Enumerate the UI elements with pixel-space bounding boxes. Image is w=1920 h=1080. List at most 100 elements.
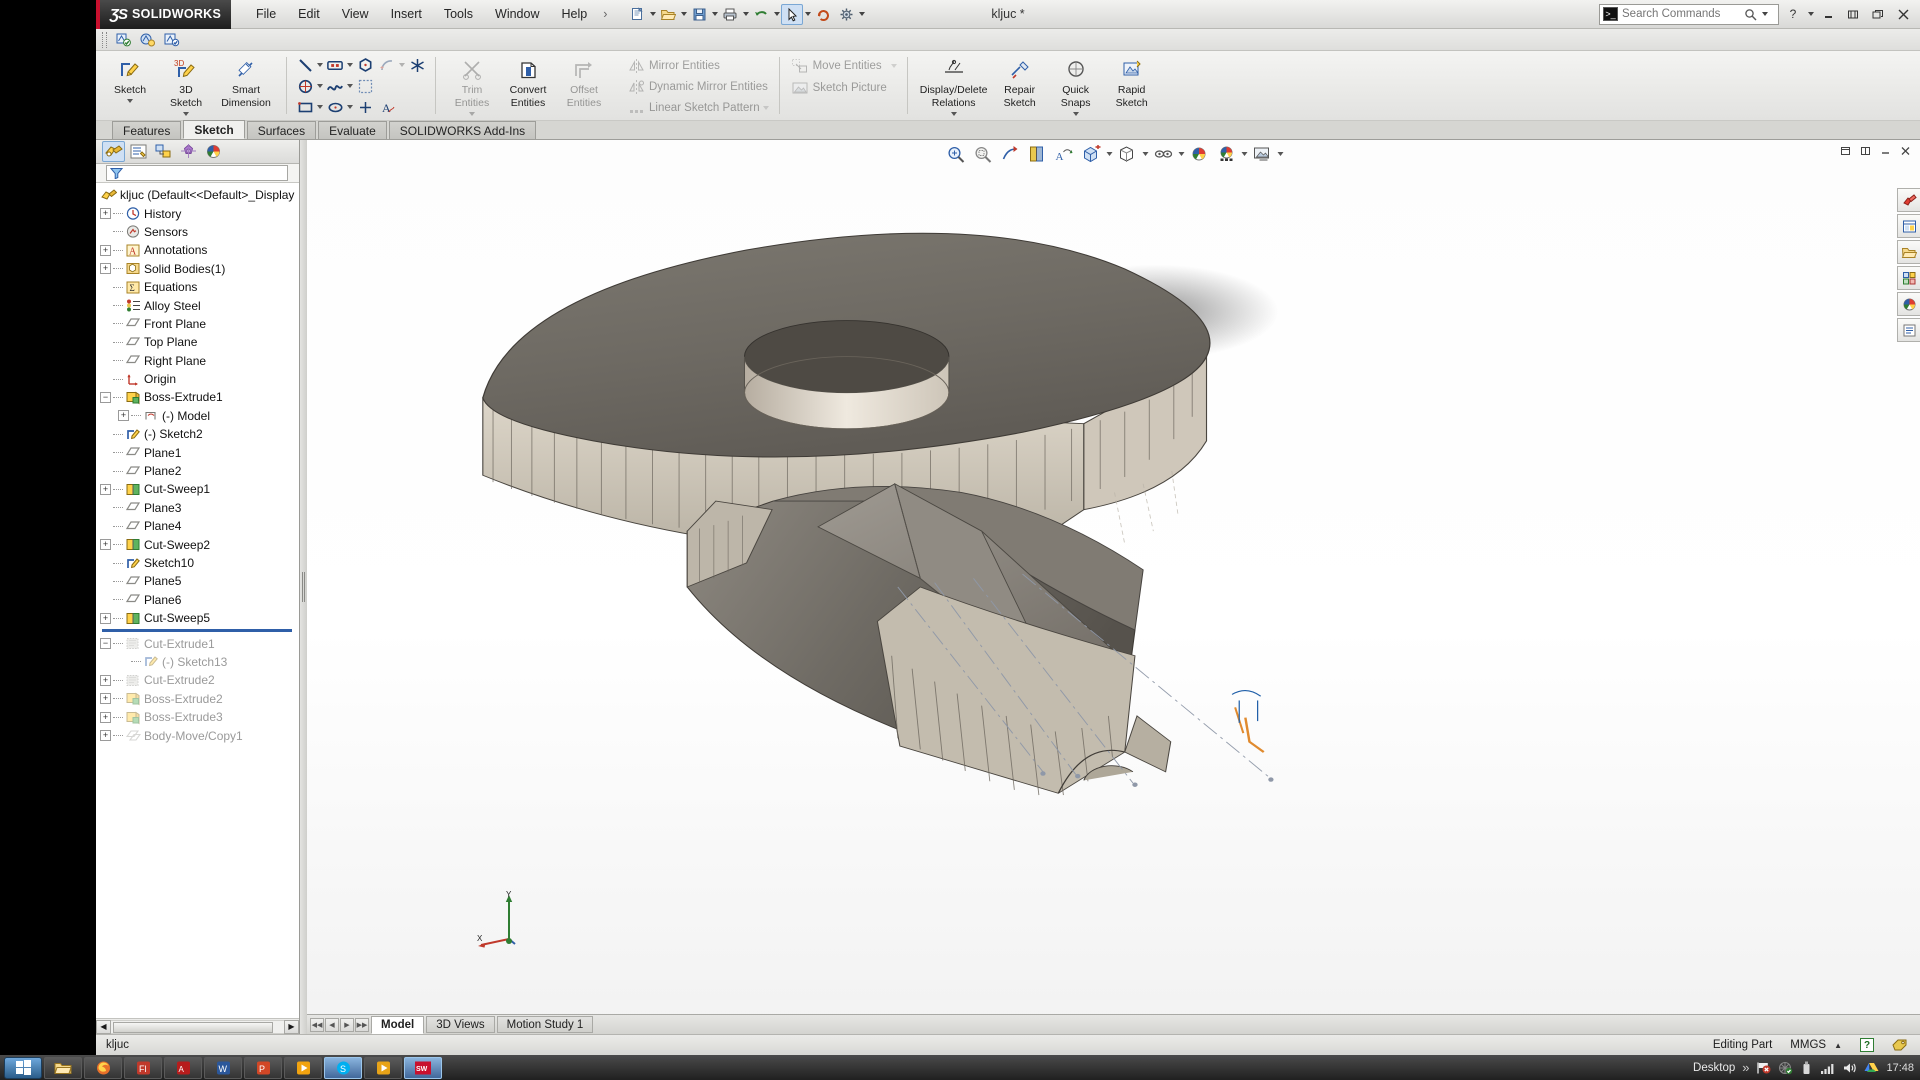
options-icon[interactable] <box>835 4 857 25</box>
tree-expander[interactable]: − <box>100 391 111 403</box>
feature-tree-item[interactable]: + History <box>96 204 299 222</box>
flag-error-icon[interactable] <box>1756 1061 1771 1075</box>
sketch-status-ok-icon[interactable] <box>112 30 134 49</box>
feature-tree-item[interactable]: Sketch10 <box>96 554 299 572</box>
feature-manager-tab[interactable] <box>102 141 125 162</box>
dimxpert-manager-tab[interactable] <box>177 141 200 162</box>
feature-tree-item[interactable]: + Boss-Extrude3 <box>96 708 299 726</box>
rapid-sketch-button[interactable]: Rapid Sketch <box>1104 53 1160 110</box>
file-explorer-icon[interactable] <box>1897 240 1920 264</box>
mirror-entities-row[interactable]: Mirror Entities <box>624 55 722 76</box>
scroll-track[interactable] <box>111 1019 284 1034</box>
rectangle-tool-caret[interactable] <box>347 63 353 67</box>
text-tool-icon[interactable]: A <box>377 97 397 117</box>
show-desktop-label[interactable]: Desktop <box>1693 1062 1735 1074</box>
select-caret[interactable] <box>805 12 812 16</box>
feature-tree-item[interactable]: + Body-Move/Copy1 <box>96 726 299 744</box>
quick-snaps-caret[interactable] <box>1072 112 1079 116</box>
undo-icon[interactable] <box>750 4 772 25</box>
previous-view-icon[interactable] <box>998 143 1022 165</box>
media-icon[interactable] <box>284 1056 322 1079</box>
antivirus-icon[interactable] <box>1778 1061 1793 1075</box>
rollback-bar[interactable] <box>102 629 292 633</box>
help-question-icon[interactable]: ? <box>1860 1038 1874 1052</box>
word-icon[interactable]: W <box>204 1056 242 1079</box>
feature-tree-item[interactable]: Origin <box>96 370 299 388</box>
menu-help[interactable]: Help <box>551 3 599 25</box>
display-delete-relations-caret[interactable] <box>950 112 957 116</box>
explorer-icon[interactable] <box>44 1056 82 1079</box>
solidworks-resources-icon[interactable] <box>1897 188 1920 212</box>
tree-expander[interactable]: + <box>100 483 111 495</box>
open-doc-icon[interactable] <box>657 4 679 25</box>
restore-icon[interactable] <box>1842 4 1864 24</box>
tab-nav-arrows[interactable]: ◀◀ ◀ ▶ ▶▶ <box>310 1017 369 1032</box>
feature-tree-item[interactable]: Top Plane <box>96 333 299 351</box>
close-icon[interactable] <box>1892 4 1914 24</box>
display-style-icon[interactable] <box>1115 143 1139 165</box>
view-palette-icon[interactable] <box>1897 266 1920 290</box>
search-icon[interactable] <box>1744 8 1757 21</box>
powerpoint-icon[interactable]: P <box>244 1056 282 1079</box>
bottom-tab-3d-views[interactable]: 3D Views <box>426 1016 495 1033</box>
open-doc-caret[interactable] <box>681 12 688 16</box>
feature-tree-item[interactable]: + Solid Bodies(1) <box>96 260 299 278</box>
graphics-area[interactable]: A Y X ◀◀ ◀ ▶ ▶▶ Model 3D Views Motion St… <box>307 140 1920 1034</box>
menu-overflow[interactable]: › <box>598 3 612 25</box>
sketch-status-blue-icon[interactable] <box>136 30 158 49</box>
feature-tree-item[interactable]: (-) Sketch13 <box>96 653 299 671</box>
scroll-left-arrow[interactable]: ◀ <box>96 1019 111 1034</box>
print-caret[interactable] <box>743 12 750 16</box>
ellipse-tool-caret[interactable] <box>347 105 353 109</box>
feature-tree-item[interactable]: Alloy Steel <box>96 296 299 314</box>
maximize-icon[interactable] <box>1867 4 1889 24</box>
line-tool-icon[interactable] <box>295 55 315 75</box>
feature-tree-item[interactable]: Σ Equations <box>96 278 299 296</box>
apply-scene-caret[interactable] <box>1241 152 1247 156</box>
rebuild-icon[interactable] <box>812 4 834 25</box>
tab-nav-prev[interactable]: ◀ <box>325 1017 339 1032</box>
move-entities-row[interactable]: Move Entities <box>788 55 899 77</box>
view-orientation-cube-icon[interactable] <box>1079 143 1103 165</box>
property-manager-tab[interactable] <box>127 141 150 162</box>
feature-tree-item[interactable]: − Boss-Extrude1 <box>96 388 299 406</box>
linear-sketch-pattern-row[interactable]: Linear Sketch Pattern <box>624 97 771 118</box>
feature-tree-item[interactable]: Front Plane <box>96 315 299 333</box>
linear-sketch-pattern-caret[interactable] <box>762 105 769 110</box>
panel-splitter[interactable] <box>300 140 307 1034</box>
part-model-render[interactable] <box>307 140 1920 1034</box>
feature-tree-item[interactable]: Right Plane <box>96 352 299 370</box>
sketch-fillet-tool-icon[interactable] <box>355 76 375 96</box>
edit-appearance-icon[interactable] <box>1187 143 1211 165</box>
volume-icon[interactable] <box>1842 1061 1857 1075</box>
feature-tree-root[interactable]: kljuc (Default<<Default>_Display <box>96 186 299 204</box>
save-caret[interactable] <box>712 12 719 16</box>
help-caret[interactable] <box>1808 12 1814 16</box>
feature-tree-item[interactable]: + (-) Model <box>96 407 299 425</box>
options-caret[interactable] <box>859 12 866 16</box>
custom-properties-icon[interactable] <box>1897 318 1920 342</box>
network-icon[interactable] <box>1820 1061 1835 1075</box>
print-icon[interactable] <box>719 4 741 25</box>
scroll-thumb[interactable] <box>113 1021 273 1033</box>
feature-tree-item[interactable]: + Boss-Extrude2 <box>96 690 299 708</box>
view-orientation-icon[interactable]: A <box>1052 143 1076 165</box>
circle-tool-caret[interactable] <box>317 84 323 88</box>
start-orb-icon[interactable] <box>4 1056 42 1079</box>
feature-tree-hscrollbar[interactable]: ◀ ▶ <box>96 1018 299 1034</box>
feature-tree-item[interactable]: Plane1 <box>96 443 299 461</box>
feature-tree-item[interactable]: − Cut-Extrude1 <box>96 634 299 652</box>
new-doc-caret[interactable] <box>650 12 657 16</box>
zoom-to-area-icon[interactable] <box>971 143 995 165</box>
ellipse-tool-icon[interactable] <box>325 97 345 117</box>
tab-evaluate[interactable]: Evaluate <box>318 121 387 139</box>
configuration-manager-tab[interactable] <box>152 141 175 162</box>
search-input[interactable] <box>1622 8 1740 20</box>
appearances-scenes-icon[interactable] <box>1897 292 1920 316</box>
trim-entities-button[interactable]: Trim Entities <box>444 53 500 117</box>
sketch-picture-row[interactable]: Sketch Picture <box>788 77 889 99</box>
spline-point-tool-icon[interactable] <box>407 55 427 75</box>
tab-solidworks-addins[interactable]: SOLIDWORKS Add-Ins <box>388 121 537 139</box>
view-orientation-caret[interactable] <box>1106 152 1112 156</box>
move-entities-caret[interactable] <box>890 64 897 68</box>
